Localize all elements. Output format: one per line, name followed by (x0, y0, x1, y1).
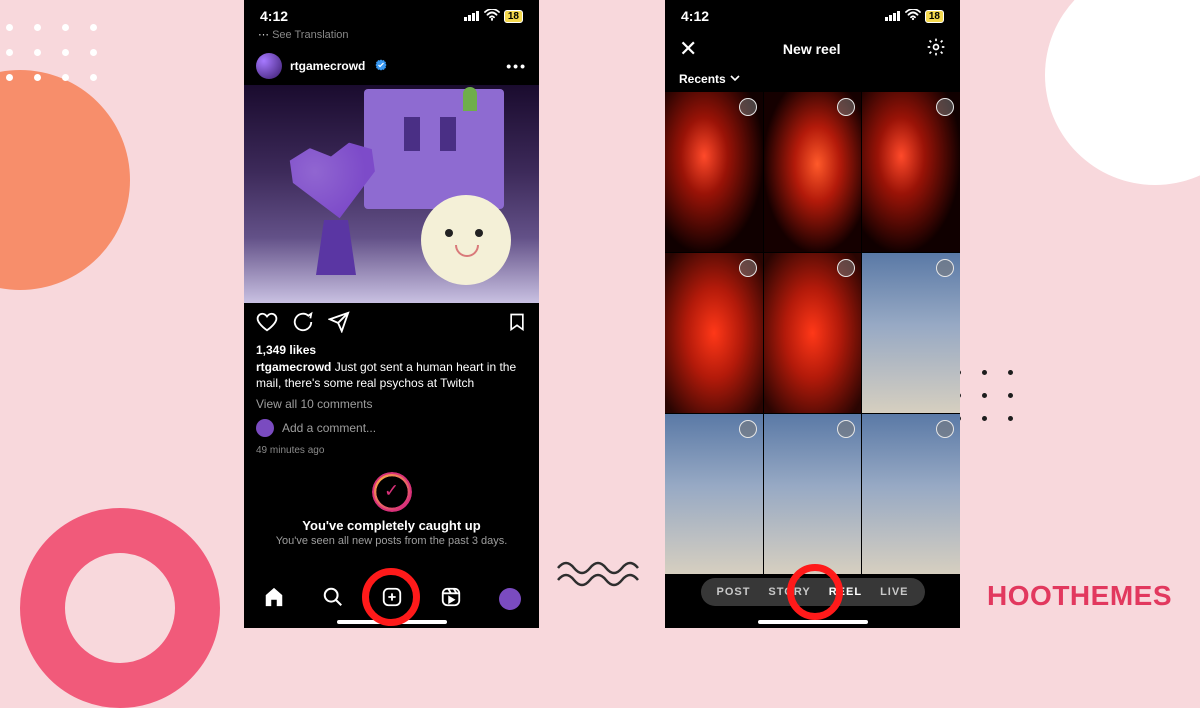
like-icon[interactable] (256, 311, 278, 339)
album-picker[interactable]: Recents (665, 68, 960, 92)
add-comment-row[interactable]: Add a comment... (244, 415, 539, 441)
battery-indicator: 18 (925, 10, 944, 23)
select-circle-icon[interactable] (739, 259, 757, 277)
select-circle-icon[interactable] (739, 98, 757, 116)
post-actions (244, 303, 539, 343)
mode-story[interactable]: STORY (768, 586, 810, 598)
select-circle-icon[interactable] (837, 259, 855, 277)
media-thumb[interactable] (764, 92, 862, 252)
post-age: 49 minutes ago (244, 441, 539, 464)
album-label: Recents (679, 72, 726, 86)
bottom-nav (244, 574, 539, 624)
status-bar: 4:12 18 (244, 0, 539, 26)
media-thumb[interactable] (665, 414, 763, 574)
caught-up-subtitle: You've seen all new posts from the past … (262, 535, 521, 547)
likes-count[interactable]: 1,349 likes (244, 343, 539, 357)
mini-avatar (256, 419, 274, 437)
select-circle-icon[interactable] (739, 420, 757, 438)
post-more-button[interactable]: ••• (506, 58, 527, 74)
battery-indicator: 18 (504, 10, 523, 23)
new-reel-header: ✕ New reel (665, 26, 960, 68)
mode-post[interactable]: POST (716, 586, 750, 598)
view-comments-link[interactable]: View all 10 comments (244, 393, 539, 415)
comment-icon[interactable] (292, 311, 314, 339)
avatar[interactable] (256, 53, 282, 79)
close-icon[interactable]: ✕ (679, 36, 697, 62)
save-icon[interactable] (507, 311, 527, 339)
bg-circle-white (1045, 0, 1200, 185)
caught-up-title: You've completely caught up (262, 518, 521, 533)
trophy-stand-shape (316, 220, 356, 275)
wifi-icon (905, 8, 921, 24)
media-thumb[interactable] (764, 414, 862, 574)
home-indicator (758, 620, 868, 624)
status-time: 4:12 (681, 8, 709, 24)
verified-icon (375, 59, 387, 74)
post-header: rtgamecrowd ••• (244, 47, 539, 85)
nav-profile-icon[interactable] (499, 588, 521, 610)
signal-icon (885, 8, 901, 24)
media-thumb[interactable] (862, 414, 960, 574)
mode-switcher: POST STORY REEL LIVE (700, 578, 924, 606)
translation-hint[interactable]: ⋯ See Translation (244, 26, 539, 47)
hoothemes-logo: HOOTHEMES (987, 580, 1172, 612)
media-thumb[interactable] (665, 253, 763, 413)
nav-search-icon[interactable] (322, 586, 344, 613)
bg-circle-orange (0, 70, 130, 290)
nav-reels-icon[interactable] (440, 586, 462, 613)
mode-reel[interactable]: REEL (829, 586, 862, 598)
nav-create-icon[interactable] (381, 586, 403, 613)
caught-up-panel: ✓ You've completely caught up You've see… (244, 464, 539, 547)
media-thumb[interactable] (764, 253, 862, 413)
chevron-down-icon (730, 72, 740, 86)
signal-icon (464, 8, 480, 24)
media-thumb[interactable] (665, 92, 763, 252)
settings-gear-icon[interactable] (926, 37, 946, 62)
home-indicator (337, 620, 447, 624)
post-username[interactable]: rtgamecrowd (290, 59, 365, 73)
select-circle-icon[interactable] (936, 98, 954, 116)
select-circle-icon[interactable] (936, 420, 954, 438)
share-icon[interactable] (328, 311, 350, 339)
checkmark-icon: ✓ (384, 481, 399, 502)
media-thumb[interactable] (862, 92, 960, 252)
bg-ring-pink (20, 508, 220, 708)
plush-shape (421, 195, 511, 285)
bg-dots-white (6, 24, 100, 81)
add-comment-placeholder: Add a comment... (282, 421, 376, 435)
new-reel-title: New reel (783, 41, 841, 57)
status-time: 4:12 (260, 8, 288, 24)
post-caption: rtgamecrowd Just got sent a human heart … (244, 357, 539, 393)
select-circle-icon[interactable] (936, 259, 954, 277)
select-circle-icon[interactable] (837, 420, 855, 438)
post-image[interactable] (244, 85, 539, 303)
sprout-shape (463, 87, 477, 111)
select-circle-icon[interactable] (837, 98, 855, 116)
media-grid (665, 92, 960, 574)
status-bar: 4:12 18 (665, 0, 960, 26)
wifi-icon (484, 8, 500, 24)
media-thumb[interactable] (862, 253, 960, 413)
mode-live[interactable]: LIVE (880, 586, 908, 598)
twitch-pillow-shape (364, 89, 504, 209)
phone-new-reel: 4:12 18 ✕ New reel Recents (665, 0, 960, 628)
nav-home-icon[interactable] (263, 586, 285, 613)
phone-feed: 4:12 18 ⋯ See Translation rtgamecrowd ••… (244, 0, 539, 628)
